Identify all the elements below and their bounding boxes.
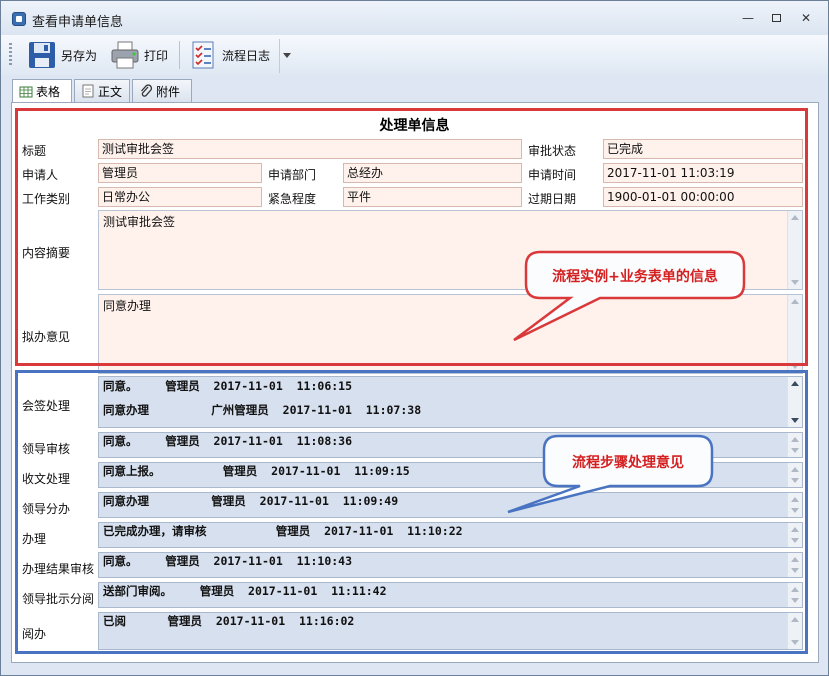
toolbar-grip[interactable] [9,43,12,67]
tab-table[interactable]: 表格 [12,79,72,103]
tab-attachments[interactable]: 附件 [132,79,192,102]
tab-document[interactable]: 正文 [74,79,130,102]
printer-icon [109,40,141,70]
save-as-button[interactable]: 另存为 [26,38,97,72]
flow-log-dropdown-arrow[interactable] [279,39,293,73]
flow-log-button[interactable]: 流程日志 [187,38,270,72]
step-opinions-callout [507,434,714,514]
save-icon [26,40,58,70]
save-as-label: 另存为 [61,48,98,63]
table-icon [19,85,33,99]
print-button[interactable]: 打印 [109,38,168,72]
window-title: 查看申请单信息 [32,15,124,30]
restore-icon [771,14,781,22]
minimize-button[interactable]: — [739,11,757,27]
paperclip-icon [139,84,153,98]
step-opinions-callout-text: 流程步骤处理意见 [572,455,684,471]
toolbar: 另存为 打印 流程日志 [1,35,828,75]
print-label: 打印 [144,48,169,63]
app-icon [12,12,26,26]
flow-log-label: 流程日志 [222,48,271,63]
toolbar-separator [179,41,180,69]
restore-button[interactable] [767,11,785,27]
title-bar: 查看申请单信息 — ✕ [1,1,828,35]
checklist-icon [187,40,219,70]
close-button[interactable]: ✕ [797,11,815,27]
form-info-callout-text: 流程实例+业务表单的信息 [552,269,718,285]
form-info-callout [513,250,746,342]
document-icon [81,84,95,98]
